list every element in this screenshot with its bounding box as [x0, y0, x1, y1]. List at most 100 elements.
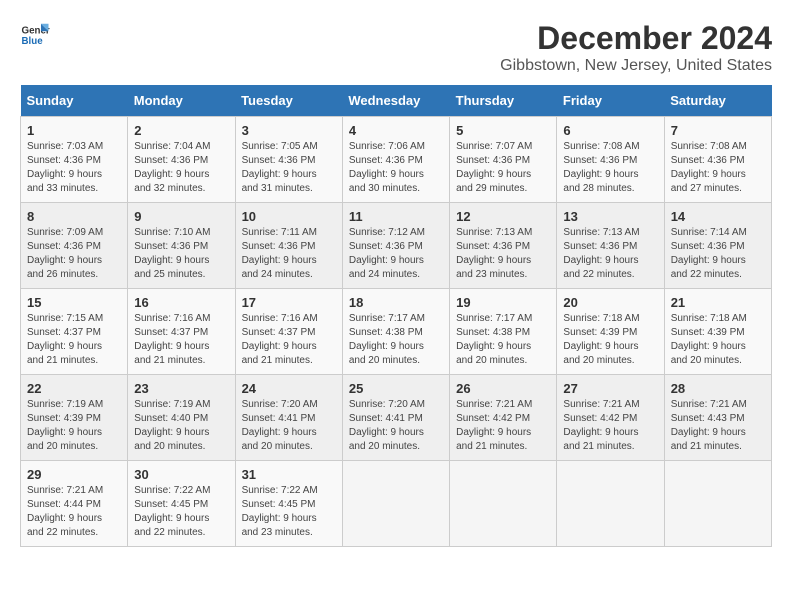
- main-title: December 2024: [500, 20, 772, 57]
- day-detail: Sunrise: 7:16 AMSunset: 4:37 PMDaylight:…: [242, 312, 336, 368]
- day-number: 2: [134, 123, 228, 138]
- day-number: 28: [671, 381, 765, 396]
- day-detail: Sunrise: 7:13 AMSunset: 4:36 PMDaylight:…: [456, 226, 550, 282]
- calendar-cell: 20 Sunrise: 7:18 AMSunset: 4:39 PMDayligh…: [557, 289, 664, 375]
- week-row-3: 15 Sunrise: 7:15 AMSunset: 4:37 PMDayligh…: [21, 289, 772, 375]
- day-number: 6: [563, 123, 657, 138]
- calendar-cell: 22 Sunrise: 7:19 AMSunset: 4:39 PMDayligh…: [21, 375, 128, 461]
- day-detail: Sunrise: 7:19 AMSunset: 4:39 PMDaylight:…: [27, 398, 121, 454]
- calendar-cell: 31Sunrise: 7:22 AMSunset: 4:45 PMDayligh…: [235, 461, 342, 547]
- day-number: 22: [27, 381, 121, 396]
- day-header-monday: Monday: [128, 85, 235, 117]
- day-number: 17: [242, 295, 336, 310]
- day-number: 25: [349, 381, 443, 396]
- day-detail: Sunrise: 7:04 AMSunset: 4:36 PMDaylight:…: [134, 140, 228, 196]
- day-detail: Sunrise: 7:07 AMSunset: 4:36 PMDaylight:…: [456, 140, 550, 196]
- day-detail: Sunrise: 7:21 AMSunset: 4:44 PMDaylight:…: [27, 484, 121, 540]
- calendar-cell: 7Sunrise: 7:08 AMSunset: 4:36 PMDaylight…: [664, 117, 771, 203]
- day-header-thursday: Thursday: [450, 85, 557, 117]
- calendar-cell: [557, 461, 664, 547]
- calendar-cell: 11Sunrise: 7:12 AMSunset: 4:36 PMDayligh…: [342, 203, 449, 289]
- calendar-cell: 5Sunrise: 7:07 AMSunset: 4:36 PMDaylight…: [450, 117, 557, 203]
- day-detail: Sunrise: 7:18 AMSunset: 4:39 PMDaylight:…: [671, 312, 765, 368]
- calendar-cell: 8 Sunrise: 7:09 AMSunset: 4:36 PMDaylight…: [21, 203, 128, 289]
- day-number: 26: [456, 381, 550, 396]
- day-number: 19: [456, 295, 550, 310]
- logo-icon: General Blue: [20, 20, 50, 50]
- day-detail: Sunrise: 7:08 AMSunset: 4:36 PMDaylight:…: [671, 140, 765, 196]
- calendar-cell: [450, 461, 557, 547]
- day-number: 21: [671, 295, 765, 310]
- day-number: 20: [563, 295, 657, 310]
- day-header-saturday: Saturday: [664, 85, 771, 117]
- day-number: 16: [134, 295, 228, 310]
- day-detail: Sunrise: 7:15 AMSunset: 4:37 PMDaylight:…: [27, 312, 121, 368]
- day-number: 9: [134, 209, 228, 224]
- day-detail: Sunrise: 7:03 AMSunset: 4:36 PMDaylight:…: [27, 140, 121, 196]
- day-detail: Sunrise: 7:22 AMSunset: 4:45 PMDaylight:…: [134, 484, 228, 540]
- calendar-cell: 15 Sunrise: 7:15 AMSunset: 4:37 PMDayligh…: [21, 289, 128, 375]
- calendar-header-row: SundayMondayTuesdayWednesdayThursdayFrid…: [21, 85, 772, 117]
- day-detail: Sunrise: 7:18 AMSunset: 4:39 PMDaylight:…: [563, 312, 657, 368]
- calendar-cell: 9 Sunrise: 7:10 AMSunset: 4:36 PMDaylight…: [128, 203, 235, 289]
- calendar-cell: 24 Sunrise: 7:20 AMSunset: 4:41 PMDayligh…: [235, 375, 342, 461]
- day-detail: Sunrise: 7:19 AMSunset: 4:40 PMDaylight:…: [134, 398, 228, 454]
- day-number: 23: [134, 381, 228, 396]
- calendar-cell: 1 Sunrise: 7:03 AMSunset: 4:36 PMDaylight…: [21, 117, 128, 203]
- day-header-friday: Friday: [557, 85, 664, 117]
- day-detail: Sunrise: 7:13 AMSunset: 4:36 PMDaylight:…: [563, 226, 657, 282]
- calendar-cell: 27 Sunrise: 7:21 AMSunset: 4:42 PMDayligh…: [557, 375, 664, 461]
- day-number: 31: [242, 467, 336, 482]
- calendar-cell: 23 Sunrise: 7:19 AMSunset: 4:40 PMDayligh…: [128, 375, 235, 461]
- day-detail: Sunrise: 7:17 AMSunset: 4:38 PMDaylight:…: [349, 312, 443, 368]
- day-header-sunday: Sunday: [21, 85, 128, 117]
- calendar-cell: 13 Sunrise: 7:13 AMSunset: 4:36 PMDayligh…: [557, 203, 664, 289]
- calendar-cell: [664, 461, 771, 547]
- day-detail: Sunrise: 7:21 AMSunset: 4:43 PMDaylight:…: [671, 398, 765, 454]
- day-number: 27: [563, 381, 657, 396]
- day-number: 30: [134, 467, 228, 482]
- day-detail: Sunrise: 7:10 AMSunset: 4:36 PMDaylight:…: [134, 226, 228, 282]
- day-detail: Sunrise: 7:20 AMSunset: 4:41 PMDaylight:…: [242, 398, 336, 454]
- week-row-4: 22 Sunrise: 7:19 AMSunset: 4:39 PMDayligh…: [21, 375, 772, 461]
- day-detail: Sunrise: 7:11 AMSunset: 4:36 PMDaylight:…: [242, 226, 336, 282]
- day-number: 15: [27, 295, 121, 310]
- calendar-body: 1 Sunrise: 7:03 AMSunset: 4:36 PMDaylight…: [21, 117, 772, 547]
- calendar-cell: [342, 461, 449, 547]
- calendar-cell: 17 Sunrise: 7:16 AMSunset: 4:37 PMDayligh…: [235, 289, 342, 375]
- day-detail: Sunrise: 7:21 AMSunset: 4:42 PMDaylight:…: [563, 398, 657, 454]
- day-number: 3: [242, 123, 336, 138]
- day-number: 1: [27, 123, 121, 138]
- day-detail: Sunrise: 7:12 AMSunset: 4:36 PMDaylight:…: [349, 226, 443, 282]
- day-number: 18: [349, 295, 443, 310]
- calendar-cell: 3Sunrise: 7:05 AMSunset: 4:36 PMDaylight…: [235, 117, 342, 203]
- day-detail: Sunrise: 7:21 AMSunset: 4:42 PMDaylight:…: [456, 398, 550, 454]
- calendar-cell: 4 Sunrise: 7:06 AMSunset: 4:36 PMDaylight…: [342, 117, 449, 203]
- calendar-cell: 26 Sunrise: 7:21 AMSunset: 4:42 PMDayligh…: [450, 375, 557, 461]
- day-number: 4: [349, 123, 443, 138]
- day-detail: Sunrise: 7:06 AMSunset: 4:36 PMDaylight:…: [349, 140, 443, 196]
- day-number: 8: [27, 209, 121, 224]
- day-detail: Sunrise: 7:14 AMSunset: 4:36 PMDaylight:…: [671, 226, 765, 282]
- title-section: December 2024 Gibbstown, New Jersey, Uni…: [500, 20, 772, 75]
- calendar-cell: 6 Sunrise: 7:08 AMSunset: 4:36 PMDaylight…: [557, 117, 664, 203]
- calendar-cell: 19 Sunrise: 7:17 AMSunset: 4:38 PMDayligh…: [450, 289, 557, 375]
- logo: General Blue: [20, 20, 50, 50]
- day-detail: Sunrise: 7:08 AMSunset: 4:36 PMDaylight:…: [563, 140, 657, 196]
- calendar-cell: 12 Sunrise: 7:13 AMSunset: 4:36 PMDayligh…: [450, 203, 557, 289]
- day-header-tuesday: Tuesday: [235, 85, 342, 117]
- calendar-cell: 2 Sunrise: 7:04 AMSunset: 4:36 PMDaylight…: [128, 117, 235, 203]
- day-detail: Sunrise: 7:09 AMSunset: 4:36 PMDaylight:…: [27, 226, 121, 282]
- header: General Blue December 2024 Gibbstown, Ne…: [20, 20, 772, 75]
- day-detail: Sunrise: 7:17 AMSunset: 4:38 PMDaylight:…: [456, 312, 550, 368]
- day-detail: Sunrise: 7:16 AMSunset: 4:37 PMDaylight:…: [134, 312, 228, 368]
- week-row-1: 1 Sunrise: 7:03 AMSunset: 4:36 PMDaylight…: [21, 117, 772, 203]
- day-number: 13: [563, 209, 657, 224]
- calendar-cell: 21 Sunrise: 7:18 AMSunset: 4:39 PMDayligh…: [664, 289, 771, 375]
- calendar-table: SundayMondayTuesdayWednesdayThursdayFrid…: [20, 85, 772, 547]
- calendar-cell: 14Sunrise: 7:14 AMSunset: 4:36 PMDayligh…: [664, 203, 771, 289]
- calendar-cell: 25Sunrise: 7:20 AMSunset: 4:41 PMDayligh…: [342, 375, 449, 461]
- svg-text:Blue: Blue: [22, 36, 44, 47]
- day-number: 12: [456, 209, 550, 224]
- day-number: 24: [242, 381, 336, 396]
